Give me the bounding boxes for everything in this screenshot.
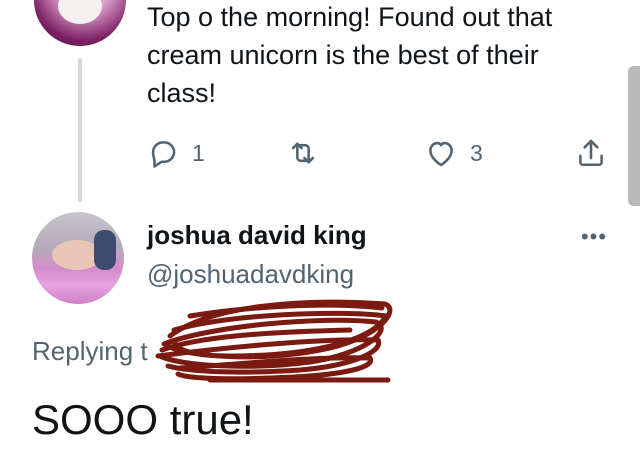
thread-connector-line: [78, 58, 82, 202]
heart-icon: [429, 141, 453, 167]
author-display-name[interactable]: joshua david king: [147, 220, 367, 251]
reply-tweet-text: SOOO true!: [32, 396, 254, 443]
reply-author-avatar[interactable]: [32, 212, 124, 304]
replying-to-prefix: Replying t: [32, 336, 148, 366]
parent-tweet-text: Top o the morning! Found out that cream …: [147, 2, 553, 108]
retweet-icon: [291, 142, 315, 164]
share-icon: [579, 139, 603, 167]
more-dots-icon: •••: [580, 224, 608, 249]
parent-avatar[interactable]: [34, 0, 126, 46]
reply-bubble-icon: [151, 141, 176, 168]
scrollbar-thumb[interactable]: [628, 66, 640, 206]
tweet-action-bar: 1 3: [0, 133, 640, 173]
reply-button[interactable]: 1: [146, 133, 205, 173]
like-count: 3: [470, 139, 483, 166]
avatar-face: [58, 0, 102, 24]
avatar-photo-toy: [94, 230, 116, 270]
more-options-button[interactable]: •••: [576, 222, 612, 252]
reply-count: 1: [192, 139, 205, 166]
share-button[interactable]: [574, 133, 608, 173]
author-handle[interactable]: @joshuadavdking: [147, 259, 354, 290]
retweet-button[interactable]: [286, 133, 320, 173]
like-button[interactable]: 3: [424, 133, 483, 173]
redaction-scribble: [155, 299, 393, 383]
replying-to-label: Replying t: [32, 336, 148, 367]
